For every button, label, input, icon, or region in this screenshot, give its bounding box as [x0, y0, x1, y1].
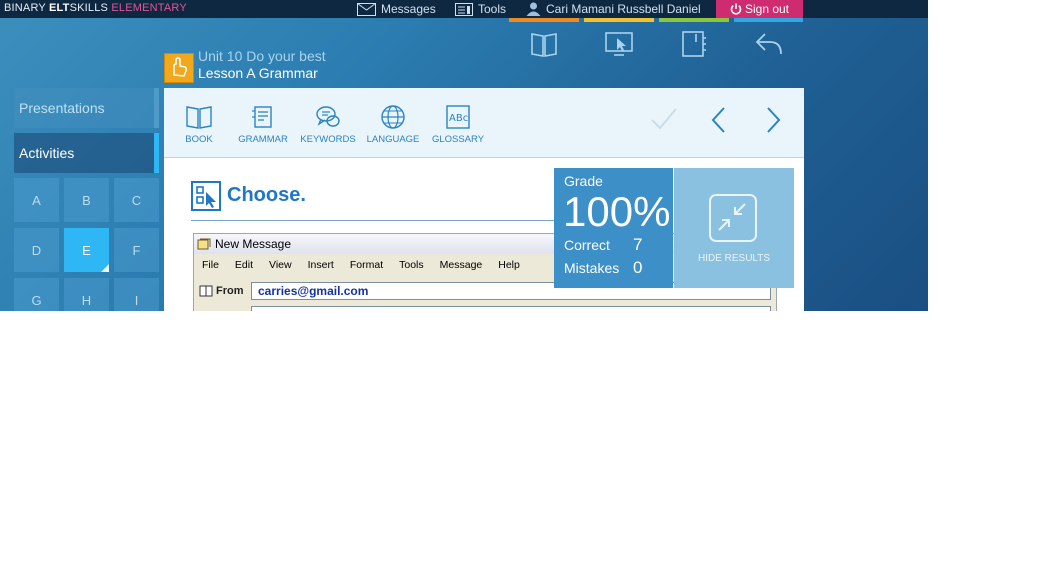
- activity-item-d[interactable]: D: [14, 228, 59, 272]
- user-name: Cari Mamani Russbell Daniel: [546, 2, 701, 16]
- activity-toolbar: BOOK GRAMMAR KEYWORDS LANGUAGE ABc GLOSS…: [164, 88, 804, 158]
- title-divider: [191, 220, 591, 221]
- messages-label: Messages: [381, 2, 436, 16]
- language-globe-icon: [381, 105, 405, 129]
- activity-item-i[interactable]: I: [114, 278, 159, 311]
- tab-indicator: [154, 88, 159, 128]
- email-menu-item: Help: [498, 259, 520, 271]
- unit-title: Unit 10 Do your best: [198, 48, 326, 64]
- tool-glossary[interactable]: ABc GLOSSARY: [423, 104, 493, 145]
- tool-glossary-label: GLOSSARY: [431, 134, 485, 145]
- grade-results-panel: Grade 100% Correct 7 Mistakes 0: [554, 168, 673, 288]
- power-icon: [730, 3, 742, 15]
- activity-item-h[interactable]: H: [64, 278, 109, 311]
- tool-grammar-label: GRAMMAR: [238, 134, 288, 145]
- tools-label: Tools: [478, 2, 507, 16]
- whiteboard-icon[interactable]: [604, 30, 634, 58]
- activity-item-c[interactable]: C: [114, 178, 159, 222]
- activity-item-g[interactable]: G: [14, 278, 59, 311]
- back-arrow-icon[interactable]: [754, 30, 784, 58]
- tool-language[interactable]: LANGUAGE: [358, 104, 428, 145]
- email-to-field: [251, 306, 771, 311]
- hide-results-button[interactable]: HIDE RESULTS: [674, 168, 794, 288]
- activity-title: Choose.: [227, 184, 306, 206]
- email-menu-item: Insert: [307, 259, 334, 271]
- activity-item-a[interactable]: A: [14, 178, 59, 222]
- user-icon: [526, 2, 541, 16]
- tool-grammar[interactable]: GRAMMAR: [228, 104, 298, 145]
- top-bar: BINARY ELTSKILLS ELEMENTARY Messages Too…: [0, 0, 928, 18]
- signout-button[interactable]: Sign out: [716, 0, 803, 18]
- tools-icon: [455, 2, 473, 16]
- activity-item-b[interactable]: B: [64, 178, 109, 222]
- tab-presentations-label: Presentations: [19, 100, 105, 116]
- hide-results-label: HIDE RESULTS: [697, 253, 771, 264]
- email-menu-item: Format: [349, 259, 384, 271]
- tool-keywords[interactable]: KEYWORDS: [293, 104, 363, 145]
- email-menu-item: Message: [439, 259, 483, 271]
- signout-label: Sign out: [744, 2, 790, 16]
- tool-book-label: BOOK: [185, 134, 213, 145]
- correct-value: 7: [633, 235, 643, 254]
- keywords-icon: [316, 106, 340, 127]
- mistakes-label: Mistakes: [564, 260, 620, 276]
- email-menu-item: File: [202, 259, 219, 271]
- notebook-icon[interactable]: [679, 30, 709, 58]
- tools-link[interactable]: Tools: [455, 1, 506, 17]
- envelope-icon: [357, 2, 376, 16]
- brand-logo: BINARY ELTSKILLS ELEMENTARY: [4, 2, 187, 14]
- choose-activity-icon: [191, 181, 221, 211]
- grade-value: 100%: [563, 188, 671, 235]
- collapse-arrows-icon: [709, 194, 757, 242]
- stripe-green: [659, 18, 729, 22]
- book-icon: [186, 106, 212, 129]
- previous-arrow-icon[interactable]: [708, 106, 730, 134]
- grammar-icon: [252, 106, 272, 128]
- correct-label: Correct: [564, 237, 610, 253]
- email-from-label: From: [199, 285, 244, 297]
- svg-text:ABc: ABc: [449, 113, 468, 124]
- messages-link[interactable]: Messages: [357, 1, 436, 17]
- activity-item-f[interactable]: F: [114, 228, 159, 272]
- address-book-icon: [199, 285, 213, 297]
- unit-badge-icon: [164, 53, 194, 83]
- tab-activities-label: Activities: [19, 145, 75, 161]
- stripe-yellow: [584, 18, 654, 22]
- tool-keywords-label: KEYWORDS: [300, 134, 356, 145]
- mistakes-value: 0: [633, 258, 643, 277]
- glossary-icon: ABc: [446, 105, 470, 129]
- next-arrow-icon[interactable]: [762, 106, 784, 134]
- grade-label: Grade: [564, 173, 603, 189]
- tab-activities[interactable]: Activities: [14, 133, 159, 173]
- user-menu[interactable]: Cari Mamani Russbell Daniel: [526, 1, 701, 17]
- check-answer-icon[interactable]: [650, 106, 678, 134]
- message-icon: [197, 238, 211, 250]
- email-window-title: New Message: [215, 237, 292, 251]
- stripe-orange: [509, 18, 579, 22]
- lesson-title: Lesson A Grammar: [198, 65, 318, 81]
- tab-indicator-active: [154, 133, 159, 173]
- stripe-blue: [734, 18, 803, 22]
- app-window: BINARY ELTSKILLS ELEMENTARY Messages Too…: [0, 0, 928, 311]
- tab-presentations[interactable]: Presentations: [14, 88, 159, 128]
- email-menu-item: View: [269, 259, 292, 271]
- email-menu-item: Tools: [399, 259, 424, 271]
- email-menu-item: Edit: [234, 259, 254, 271]
- book-icon[interactable]: [529, 30, 559, 58]
- activity-item-e[interactable]: E: [64, 228, 109, 272]
- tool-language-label: LANGUAGE: [366, 134, 420, 145]
- tool-book[interactable]: BOOK: [164, 104, 234, 145]
